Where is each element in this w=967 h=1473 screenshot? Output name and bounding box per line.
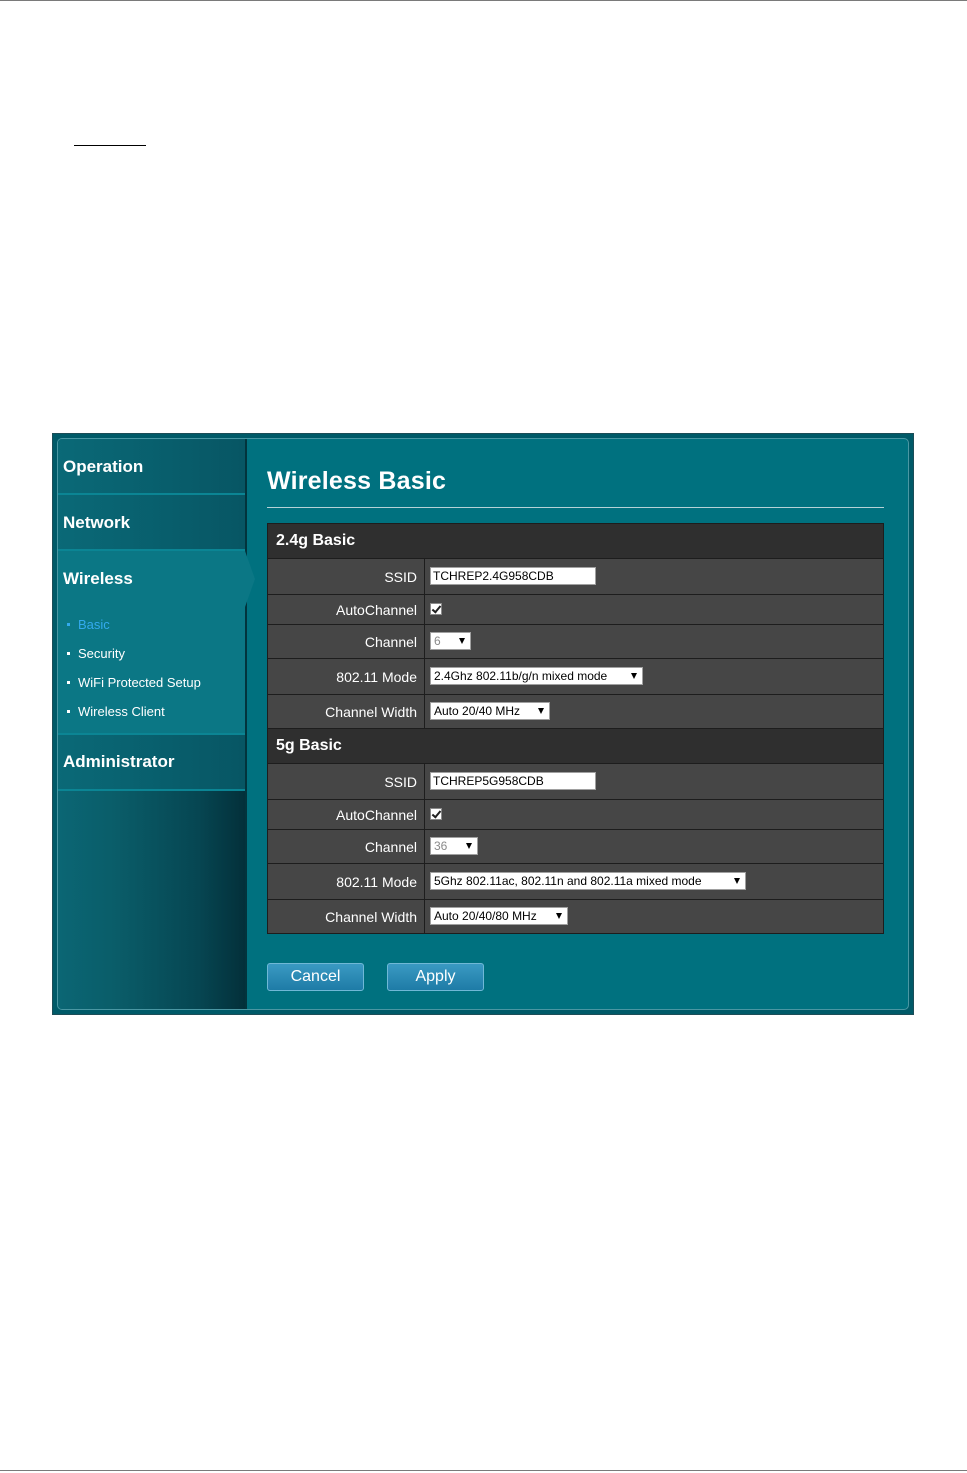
autochannel-checkbox-2-4g[interactable] — [430, 603, 442, 616]
router-ui-panel: Operation Network Wireless Basic Securit… — [57, 438, 909, 1010]
cancel-button[interactable]: Cancel — [267, 963, 364, 991]
submenu-item-label: Wireless Client — [78, 704, 165, 719]
sidebar-item-label: Operation — [63, 457, 144, 476]
dropdown-arrow-icon — [466, 843, 472, 850]
submenu-item-wireless-client[interactable]: Wireless Client — [67, 704, 165, 719]
channel-width-select-5g[interactable]: Auto 20/40/80 MHz — [430, 907, 568, 926]
channel-width-row: Channel Width Auto 20/40/80 MHz — [267, 899, 884, 934]
sidebar-item-label: Network — [63, 513, 131, 532]
ssid-input-2-4g[interactable]: TCHREP2.4G958CDB — [430, 567, 596, 586]
bullet-icon — [67, 652, 70, 655]
channel-select-5g[interactable]: 36 — [430, 837, 478, 856]
autochannel-label: AutoChannel — [267, 594, 425, 625]
mode-select-5g[interactable]: 5Ghz 802.11ac, 802.11n and 802.11a mixed… — [430, 872, 746, 891]
bullet-icon — [67, 681, 70, 684]
select-value: 36 — [434, 839, 448, 854]
autochannel-checkbox-5g[interactable] — [430, 808, 442, 821]
channel-width-row: Channel Width Auto 20/40 MHz — [267, 694, 884, 729]
title-divider — [267, 507, 884, 508]
ssid-label: SSID — [267, 763, 425, 800]
section-title: 5g Basic — [267, 728, 884, 764]
submenu-item-label: WiFi Protected Setup — [78, 675, 201, 690]
select-value: Auto 20/40/80 MHz — [434, 909, 537, 924]
apply-button[interactable]: Apply — [387, 963, 484, 991]
ssid-row: SSID TCHREP2.4G958CDB — [267, 558, 884, 595]
section-header-5g: 5g Basic — [267, 728, 884, 764]
select-value: 5Ghz 802.11ac, 802.11n and 802.11a mixed… — [434, 874, 702, 889]
section-title: 2.4g Basic — [267, 523, 884, 559]
channel-width-label: Channel Width — [267, 694, 425, 729]
dropdown-arrow-icon — [459, 638, 465, 645]
channel-width-select-2-4g[interactable]: Auto 20/40 MHz — [430, 702, 550, 721]
autochannel-row: AutoChannel — [267, 799, 884, 830]
dropdown-arrow-icon — [734, 878, 740, 885]
mode-label: 802.11 Mode — [267, 863, 425, 900]
wireless-submenu: Basic Security WiFi Protected Setup Wire… — [58, 607, 245, 735]
channel-label: Channel — [267, 624, 425, 659]
mode-label: 802.11 Mode — [267, 658, 425, 695]
bullet-icon — [67, 623, 70, 626]
mode-row: 802.11 Mode 2.4Ghz 802.11b/g/n mixed mod… — [267, 658, 884, 695]
channel-row: Channel 36 — [267, 829, 884, 864]
autochannel-label: AutoChannel — [267, 799, 425, 830]
channel-width-label: Channel Width — [267, 899, 425, 934]
dropdown-arrow-icon — [631, 673, 637, 680]
submenu-item-basic[interactable]: Basic — [67, 617, 110, 632]
sidebar-item-operation[interactable]: Operation — [58, 439, 245, 495]
page-top-rule — [0, 0, 967, 1]
sidebar-item-label: Wireless — [63, 569, 133, 588]
ssid-input-5g[interactable]: TCHREP5G958CDB — [430, 772, 596, 791]
router-ui-screenshot: Operation Network Wireless Basic Securit… — [52, 433, 914, 1015]
page-title: Wireless Basic — [267, 467, 447, 495]
sidebar-item-network[interactable]: Network — [58, 495, 245, 551]
page-bottom-rule — [0, 1470, 967, 1471]
mode-row: 802.11 Mode 5Ghz 802.11ac, 802.11n and 8… — [267, 863, 884, 900]
wireless-settings-table: 2.4g Basic SSID TCHREP2.4G958CDB AutoCha… — [267, 523, 884, 934]
submenu-item-wifi-protected-setup[interactable]: WiFi Protected Setup — [67, 675, 201, 690]
submenu-item-label: Basic — [78, 617, 110, 632]
sidebar: Operation Network Wireless Basic Securit… — [58, 439, 255, 1009]
channel-row: Channel 6 — [267, 624, 884, 659]
section-header-2-4g: 2.4g Basic — [267, 523, 884, 559]
ssid-row: SSID TCHREP5G958CDB — [267, 763, 884, 800]
channel-label: Channel — [267, 829, 425, 864]
bullet-icon — [67, 710, 70, 713]
channel-select-2-4g[interactable]: 6 — [430, 632, 471, 651]
sidebar-item-label: Administrator — [63, 752, 175, 771]
submenu-item-security[interactable]: Security — [67, 646, 125, 661]
dropdown-arrow-icon — [556, 913, 562, 920]
autochannel-row: AutoChannel — [267, 594, 884, 625]
ssid-label: SSID — [267, 558, 425, 595]
dropdown-arrow-icon — [538, 708, 544, 715]
select-value: 2.4Ghz 802.11b/g/n mixed mode — [434, 669, 608, 684]
select-value: 6 — [434, 634, 441, 649]
sidebar-item-wireless[interactable]: Wireless — [58, 551, 255, 607]
submenu-item-label: Security — [78, 646, 125, 661]
select-value: Auto 20/40 MHz — [434, 704, 521, 719]
mode-select-2-4g[interactable]: 2.4Ghz 802.11b/g/n mixed mode — [430, 667, 643, 686]
sidebar-item-administrator[interactable]: Administrator — [58, 735, 245, 791]
underline-mark — [74, 145, 146, 146]
main-content: Wireless Basic 2.4g Basic SSID TCHREP2.4… — [247, 439, 908, 1009]
